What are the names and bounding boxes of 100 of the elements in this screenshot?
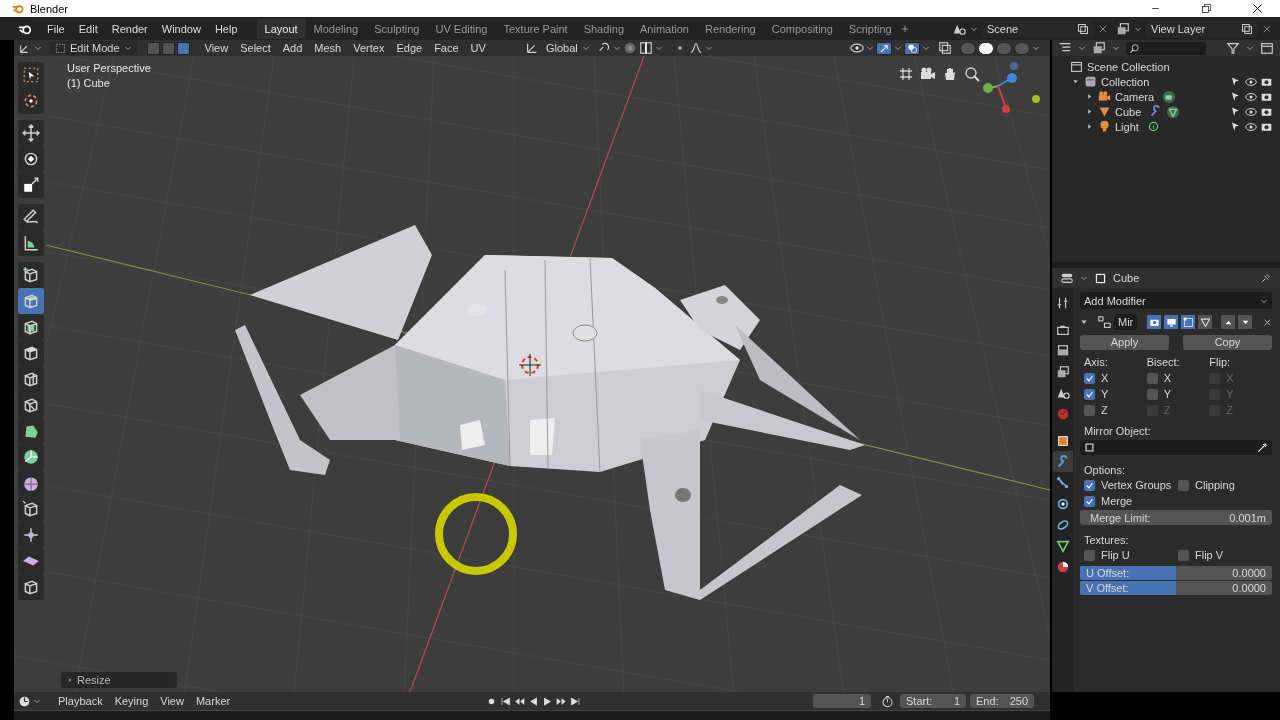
plus-icon [899,23,910,34]
workspace-tab[interactable]: Animation [632,18,697,39]
workspace-tab[interactable]: Rendering [696,18,764,39]
start-frame-field[interactable]: Start: 1 [900,694,966,708]
workspace-tab[interactable]: Compositing [763,18,841,39]
select-mode-button[interactable] [176,41,190,55]
tool-button[interactable] [18,314,44,340]
checkbox-label: Z [1101,404,1108,416]
outliner-item[interactable]: Light [1115,120,1139,133]
checkbox[interactable] [1178,479,1189,491]
light-data-icon [1146,120,1160,133]
search-field[interactable] [1126,41,1206,55]
collapse-arrow-icon [1086,123,1093,130]
workspace-tab[interactable]: UV Editing [427,18,496,39]
current-frame-field[interactable]: 1 [813,694,871,708]
menu-item[interactable]: View [155,695,189,707]
workspace-tab[interactable]: Shading [575,18,633,39]
menu-item[interactable]: Select [235,42,276,54]
menu-item[interactable]: Edge [391,42,428,54]
tool-button[interactable] [18,574,44,600]
menu-item[interactable]: View [199,42,234,54]
menu-item[interactable]: Add [277,42,308,54]
mirror-object-field[interactable] [1080,440,1272,455]
checkbox[interactable] [1178,549,1189,561]
cube-outline-icon [1094,271,1107,285]
object-name: Cube [1113,272,1140,284]
move-down-button[interactable] [1238,315,1253,329]
view-layer-icon [1092,41,1106,55]
outliner-item[interactable]: Scene Collection [1087,60,1170,73]
gizmo-toggle[interactable] [876,41,892,55]
modifier-name-field[interactable]: Mir [1114,314,1138,330]
checkbox[interactable] [1084,549,1095,561]
eye-icon [1245,75,1257,88]
tool-button[interactable] [18,262,44,288]
last-operator-panel[interactable]: Resize [61,672,177,688]
checkbox[interactable] [1084,479,1095,491]
dropdown-caret-icon [1032,44,1040,52]
arrow-icon [878,42,890,54]
checkbox[interactable] [1084,388,1095,400]
previous-key-icon [514,695,525,707]
workspace-tab[interactable]: Scripting [840,18,900,39]
view-layer-selector[interactable]: View Layer [1146,20,1258,37]
checkbox[interactable] [1084,372,1095,384]
menu-item[interactable]: UV [465,42,491,54]
printer-icon [1056,343,1070,358]
nodes-icon [1056,475,1070,490]
scene-selector[interactable]: Scene [982,20,1094,37]
cube-icon [22,292,40,310]
workspace-tab[interactable]: Modeling [305,18,367,39]
menu-item[interactable]: Playback [53,695,108,707]
select-box-icon [22,66,40,84]
workspace-tab[interactable]: Sculpting [366,18,428,39]
overlay-toggle[interactable] [904,41,920,55]
toggle-button[interactable] [1198,315,1213,329]
mode-dropdown[interactable]: Edit Mode [50,41,137,55]
shading-button[interactable] [978,41,994,55]
menu-item[interactable]: Edit [71,22,105,35]
outliner-item[interactable]: Cube [1115,105,1142,118]
tool-button[interactable] [18,120,44,146]
toggle-button[interactable] [1164,315,1179,329]
merge-limit-field[interactable]: Merge Limit: 0.001m [1080,510,1272,525]
column-label: Bisect: [1146,356,1181,368]
menu-item[interactable]: Face [429,42,464,54]
offset-slider[interactable]: U Offset: 0.0000 [1080,566,1272,580]
end-frame-field[interactable]: End: 250 [970,694,1034,708]
orientation-dropdown[interactable]: Global [540,41,595,55]
checkbox[interactable] [1084,404,1095,416]
move-up-button[interactable] [1221,315,1236,329]
checkbox[interactable] [1084,495,1095,507]
triangle-icon [1199,316,1211,328]
menu-item[interactable]: File [40,22,72,35]
action-button[interactable]: Copy [1183,335,1272,350]
offset-slider[interactable]: V Offset: 0.0000 [1080,581,1272,595]
menu-item[interactable]: Keying [109,695,154,707]
dropdown-caret-icon [1080,274,1088,282]
checkbox[interactable] [1146,372,1158,384]
toggle-button[interactable] [1147,315,1162,329]
tools-icon [1056,295,1070,310]
outliner-item[interactable]: Collection [1101,75,1150,88]
menu-item[interactable]: Mesh [309,42,347,54]
outliner-item[interactable]: Camera [1115,90,1155,103]
menu-item[interactable]: Help [207,22,245,35]
add-modifier-dropdown[interactable]: Add Modifier [1080,292,1272,309]
menu-item[interactable]: Marker [190,695,236,707]
copy-icon [1241,22,1253,35]
checkbox[interactable] [1146,388,1158,400]
navigation-gizmo[interactable] [983,62,1040,113]
action-button[interactable]: Apply [1080,335,1169,350]
tool-button[interactable] [18,172,44,198]
mirror-icon [1098,315,1111,329]
checkbox-label: Vertex Groups [1101,479,1172,491]
menu-item[interactable]: Render [104,22,155,35]
tool-button[interactable] [18,230,44,256]
toggle-button[interactable] [1181,315,1196,329]
workspace-tab[interactable]: Texture Paint [495,18,576,39]
workspace-tab[interactable]: Layout [256,18,306,39]
menu-item[interactable]: Vertex [348,42,390,54]
collapse-arrow-icon [1086,93,1093,100]
menu-item[interactable]: Window [154,22,208,35]
tool-button[interactable] [18,204,44,230]
